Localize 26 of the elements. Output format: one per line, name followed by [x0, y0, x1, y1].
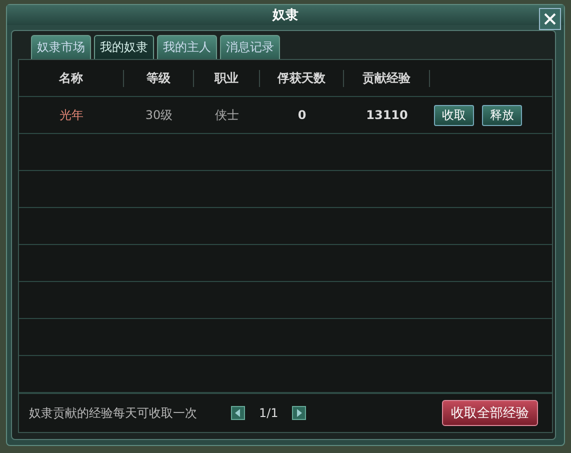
close-icon: [543, 12, 557, 26]
close-button[interactable]: [539, 8, 561, 30]
window-title: 奴隶: [272, 7, 298, 24]
prev-page-button[interactable]: [231, 406, 245, 420]
collect-all-button[interactable]: 收取全部经验: [442, 400, 538, 426]
column-header: 职业: [194, 70, 260, 86]
table-cell-text: 30级: [144, 106, 174, 124]
column-header: 俘获天数: [260, 70, 344, 86]
action-button[interactable]: 收取: [434, 104, 474, 126]
hint-text: 奴隶贡献的经验每天可收取一次: [29, 404, 197, 422]
next-page-button[interactable]: [292, 406, 306, 420]
action-button[interactable]: 释放: [482, 104, 522, 126]
table-cell-text: 光年: [58, 106, 84, 124]
tab[interactable]: 我的主人: [157, 35, 217, 59]
tab[interactable]: 消息记录: [220, 35, 280, 59]
column-header: 等级: [124, 70, 194, 86]
tab[interactable]: 奴隶市场: [31, 35, 91, 59]
table-cell-text: 0: [296, 108, 308, 122]
tab[interactable]: 我的奴隶: [94, 35, 154, 59]
right-arrow-icon: [295, 409, 304, 417]
left-arrow-icon: [234, 409, 242, 417]
table-cell-text: 13110: [365, 108, 409, 122]
column-header: 名称: [19, 70, 124, 86]
page-indicator: 1/1: [259, 406, 278, 420]
column-header: 贡献经验: [344, 70, 430, 86]
table-cell-text: 侠士: [214, 106, 240, 124]
